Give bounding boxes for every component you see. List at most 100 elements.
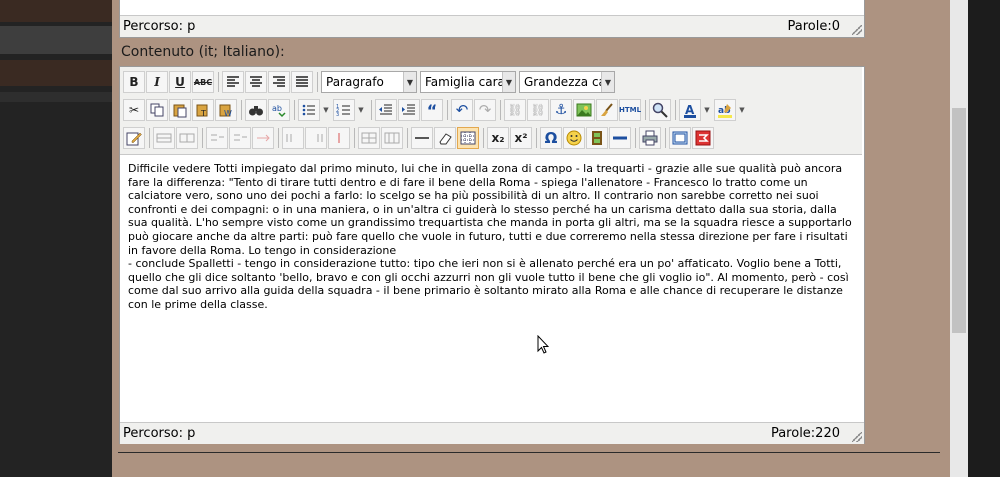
superscript-button[interactable]: x² [510,127,532,149]
html-source-button[interactable]: HTML [619,99,641,121]
mouse-cursor-icon [537,335,549,354]
image-icon [576,103,592,117]
font-family-select[interactable]: Famiglia caratt ▼ [420,71,516,93]
format-select[interactable]: Paragrafo ▼ [321,71,417,93]
visual-aid-button[interactable] [457,127,479,149]
merge-cells-icon [257,134,270,142]
content-field-label: Contenuto (it; Italiano): [121,44,285,60]
film-icon [592,131,602,145]
direction-button[interactable] [692,127,714,149]
resize-grip-icon[interactable] [852,432,862,442]
align-left-button[interactable] [222,71,244,93]
toolbar-separator [407,128,408,148]
preview-button[interactable] [649,99,671,121]
align-center-button[interactable] [245,71,267,93]
italic-button[interactable]: I [146,71,168,93]
anchor-button[interactable]: ⚓ [550,99,572,121]
numbered-list-button[interactable]: 123 [333,99,355,121]
table-column-icon [286,134,292,142]
toolbar-separator [447,100,448,120]
align-left-icon [227,76,239,87]
form-divider [118,452,940,453]
align-justify-button[interactable] [291,71,313,93]
chevron-down-icon[interactable]: ▼ [356,99,366,121]
strikethrough-button[interactable]: ABC [192,71,214,93]
sidebar-band[interactable] [0,60,112,86]
table-row-icon [156,133,172,143]
remove-format-button[interactable] [434,127,456,149]
toolbar-separator [218,72,219,92]
align-justify-icon [296,76,308,87]
edit-css-button[interactable] [123,127,145,149]
unlink-icon: ⛓ [530,103,546,117]
cleanup-button[interactable] [596,99,618,121]
merge-cells-button[interactable] [252,127,274,149]
sidebar-band-selected[interactable] [0,26,112,54]
edit-style-icon [126,132,142,146]
bullet-list-button[interactable] [298,99,320,121]
toolbar-row-1: B I U ABC Paragrafo ▼ Famiglia caratt ▼ … [123,70,618,94]
chevron-down-icon[interactable]: ▼ [321,99,331,121]
sidebar-band [0,92,112,102]
paste-word-button[interactable]: W [215,99,237,121]
highlight-color-button[interactable]: ab [714,99,736,121]
unlink-button[interactable]: ⛓ [527,99,549,121]
insert-row-before-button[interactable] [153,127,175,149]
fullscreen-button[interactable] [669,127,691,149]
content-paragraph: - conclude Spalletti - tengo in consider… [128,257,849,311]
underline-button[interactable]: U [169,71,191,93]
find-button[interactable] [245,99,267,121]
scrollbar-thumb[interactable] [952,108,966,333]
copy-button[interactable] [146,99,168,121]
paste-text-icon: T [196,104,208,118]
delete-row-button[interactable] [206,127,228,149]
page-break-icon [613,136,627,140]
blockquote-button[interactable]: “ [421,99,443,121]
horizontal-rule-button[interactable] [411,127,433,149]
sidebar-band[interactable] [0,0,112,22]
special-char-button[interactable]: Ω [540,127,562,149]
indent-button[interactable] [398,99,420,121]
print-button[interactable] [639,127,661,149]
page-break-button[interactable] [609,127,631,149]
toolbar-separator [241,100,242,120]
align-right-button[interactable] [268,71,290,93]
quote-icon: “ [426,100,438,120]
split-cells-button[interactable] [229,127,251,149]
toolbar-separator [645,100,646,120]
emoticon-button[interactable] [563,127,585,149]
redo-button[interactable]: ↷ [474,99,496,121]
content-editor: B I U ABC Paragrafo ▼ Famiglia caratt ▼ … [119,66,865,444]
insert-col-after-button[interactable] [305,127,327,149]
insert-row-after-button[interactable] [176,127,198,149]
text-color-button[interactable]: A [679,99,701,121]
undo-button[interactable]: ↶ [451,99,473,121]
table-cell-icon [384,132,400,144]
cell-props-button[interactable] [381,127,403,149]
outdent-button[interactable] [375,99,397,121]
right-edge [968,0,1000,477]
editor-content-area[interactable]: Difficile vedere Totti impiegato dal pri… [128,162,856,312]
insert-image-button[interactable] [573,99,595,121]
subscript-button[interactable]: x₂ [487,127,509,149]
insert-col-before-button[interactable] [282,127,304,149]
text-color-icon: A [684,103,696,118]
toolbar-row-2: ✂ T W ab ▼ 123 ▼ “ ↶ ↷ ⛓ ⛓ ⚓ HTML A ▼ ab… [123,98,749,122]
bold-button[interactable]: B [123,71,145,93]
insert-link-button[interactable]: ⛓ [504,99,526,121]
delete-col-button[interactable] [328,127,350,149]
paste-text-button[interactable]: T [192,99,214,121]
replace-button[interactable]: ab [268,99,290,121]
paste-button[interactable] [169,99,191,121]
scissors-icon: ✂ [128,103,140,117]
media-button[interactable] [586,127,608,149]
cut-button[interactable]: ✂ [123,99,145,121]
table-props-button[interactable] [358,127,380,149]
resize-grip-icon[interactable] [852,25,862,35]
font-size-select[interactable]: Grandezza car ▼ [519,71,615,93]
chevron-down-icon[interactable]: ▼ [702,99,712,121]
chevron-down-icon[interactable]: ▼ [737,99,747,121]
element-path[interactable]: Percorso: p [123,426,195,441]
magnifier-icon [652,102,668,118]
smiley-icon [566,130,582,146]
